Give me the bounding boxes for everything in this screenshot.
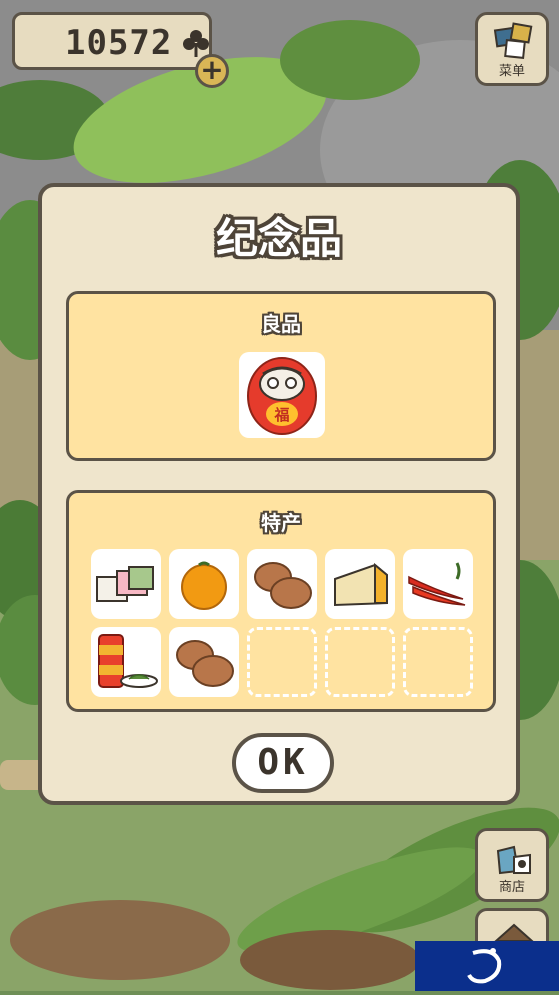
menu-icon bbox=[493, 22, 533, 59]
clover-counter: 10572 bbox=[12, 12, 212, 70]
menu-label: 菜单 bbox=[498, 64, 525, 79]
cheese-icon bbox=[334, 562, 388, 607]
add-clover-button[interactable]: + bbox=[195, 54, 229, 88]
ok-button[interactable]: OK bbox=[232, 733, 334, 793]
good-items-panel: 良品 福 bbox=[66, 291, 496, 461]
empty-slot bbox=[403, 627, 473, 697]
good-items-title: 良品 bbox=[261, 312, 301, 336]
kashiwa-mochi-icon bbox=[96, 566, 154, 602]
specialty-slot-3[interactable] bbox=[247, 549, 317, 619]
specialty-slot-5[interactable] bbox=[403, 549, 473, 619]
shop-bag-icon bbox=[496, 845, 531, 875]
souvenir-dialog: 纪念品 良品 福 特产 OK bbox=[38, 183, 520, 805]
empty-slot bbox=[325, 627, 395, 697]
specialty-panel: 特产 bbox=[66, 490, 496, 712]
shop-button[interactable]: 商店 bbox=[475, 828, 549, 902]
specialty-slot-6[interactable] bbox=[91, 627, 161, 697]
watermark-logo bbox=[415, 941, 559, 991]
chili-peppers-icon bbox=[408, 562, 466, 606]
manju-buns-icon bbox=[176, 640, 234, 687]
plus-icon: + bbox=[200, 53, 224, 86]
clover-count: 10572 bbox=[65, 23, 173, 63]
specialty-slot-7[interactable] bbox=[169, 627, 239, 697]
menu-button[interactable]: 菜单 bbox=[475, 12, 549, 86]
specialty-slot-4[interactable] bbox=[325, 549, 395, 619]
daruma-slot[interactable]: 福 bbox=[239, 352, 325, 438]
mandarin-orange-icon bbox=[181, 561, 227, 610]
specialty-slot-2[interactable] bbox=[169, 549, 239, 619]
fortune-char: 福 bbox=[273, 406, 289, 424]
shop-label: 商店 bbox=[498, 880, 525, 895]
specialty-slot-1[interactable] bbox=[91, 549, 161, 619]
empty-slot bbox=[247, 627, 317, 697]
tea-can-icon bbox=[98, 634, 158, 688]
manju-buns-icon bbox=[254, 562, 312, 609]
daruma-icon: 福 bbox=[247, 357, 317, 435]
specialty-title: 特产 bbox=[261, 511, 301, 535]
dialog-title: 纪念品 bbox=[215, 214, 342, 263]
